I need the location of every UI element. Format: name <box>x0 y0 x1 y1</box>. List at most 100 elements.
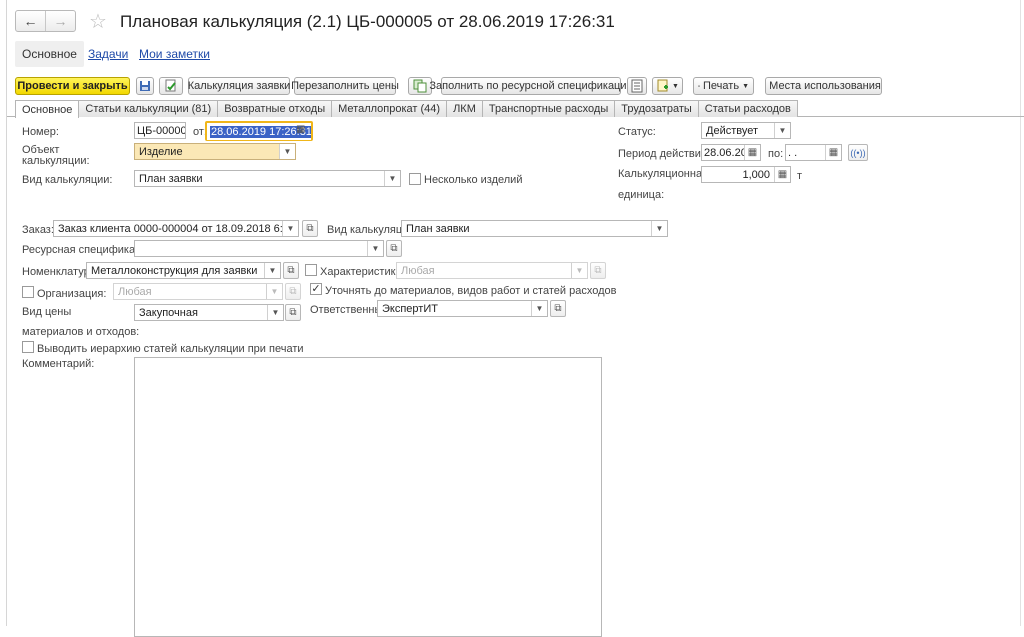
refine-checkbox[interactable]: ✓ <box>310 283 322 295</box>
dropdown-arrow-icon[interactable]: ▼ <box>571 263 587 278</box>
tab-return-waste[interactable]: Возвратные отходы <box>217 100 332 117</box>
materials-label: материалов и отходов: <box>22 326 139 338</box>
price-type-select[interactable]: Закупочная ▼ <box>134 304 284 321</box>
open-nomenclature-button[interactable]: ⧉ <box>283 262 299 279</box>
print-label: Печать <box>703 80 739 92</box>
resource-spec-select[interactable]: ▼ <box>134 240 384 257</box>
tab-bar: Основное Статьи калькуляции (81) Возврат… <box>15 100 797 117</box>
dropdown-arrow-icon[interactable]: ▼ <box>264 263 280 278</box>
calc-type-label: Вид калькуляции: <box>22 174 113 186</box>
checkmark-icon: ✓ <box>311 283 320 295</box>
dropdown-arrow-icon[interactable]: ▼ <box>384 171 400 186</box>
open-resource-spec-button[interactable]: ⧉ <box>386 240 402 257</box>
tab-transport-costs[interactable]: Транспортные расходы <box>482 100 615 117</box>
unit-label-line2: единица: <box>618 189 664 201</box>
back-arrow-icon[interactable]: ← <box>16 11 45 31</box>
open-responsible-button[interactable]: ⧉ <box>550 300 566 317</box>
object-label-line2: калькуляции: <box>22 155 90 167</box>
calc-type2-select[interactable]: План заявки ▼ <box>401 220 668 237</box>
section-tasks-link[interactable]: Задачи <box>81 41 135 67</box>
usage-places-button[interactable]: Места использования <box>765 77 882 95</box>
open-organization-button[interactable]: ⧉ <box>285 283 301 300</box>
price-type-label: Вид цены <box>22 306 71 318</box>
page-title: Плановая калькуляция (2.1) ЦБ-000005 от … <box>120 12 615 32</box>
open-characteristic-button[interactable]: ⧉ <box>590 262 606 279</box>
order-select[interactable]: Заказ клиента 0000-000004 от 18.09.2018 … <box>53 220 299 237</box>
open-order-button[interactable]: ⧉ <box>302 220 318 237</box>
status-select[interactable]: Действует ▼ <box>701 122 791 139</box>
period-select-button[interactable]: ((•)) <box>848 144 868 161</box>
usage-places-label: Места использования <box>769 80 881 92</box>
tab-expense-items[interactable]: Статьи расходов <box>698 100 798 117</box>
nomenclature-value: Металлоконструкция для заявки <box>91 265 257 277</box>
list-report-icon <box>631 79 643 93</box>
fill-by-spec-button[interactable]: Заполнить по ресурсной спецификации <box>441 77 621 95</box>
save-icon <box>139 80 151 92</box>
create-based-on-button[interactable]: ▼ <box>652 77 683 95</box>
dropdown-arrow-icon[interactable]: ▼ <box>266 284 282 299</box>
comment-textarea[interactable] <box>134 357 602 637</box>
organization-checkbox[interactable] <box>22 286 34 298</box>
dropdown-arrow-icon[interactable]: ▼ <box>367 241 383 256</box>
save-button[interactable] <box>136 77 154 95</box>
unit-field[interactable]: 1,000 ▦ <box>701 166 791 183</box>
calculator-icon[interactable]: ▦ <box>774 167 790 182</box>
window-right-edge <box>1020 0 1024 626</box>
object-select[interactable]: Изделие ▼ <box>134 143 296 160</box>
period-to-value: . . <box>788 147 797 159</box>
post-document-icon <box>164 79 178 93</box>
number-field[interactable]: ЦБ-000005 <box>134 122 186 139</box>
hierarchy-checkbox[interactable] <box>22 341 34 353</box>
favorite-star-icon[interactable]: ☆ <box>89 9 107 34</box>
print-button[interactable]: Печать ▼ <box>693 77 754 95</box>
create-document-icon <box>656 79 670 93</box>
hierarchy-label: Выводить иерархию статей калькуляции при… <box>37 343 304 355</box>
order-value: Заказ клиента 0000-000004 от 18.09.2018 … <box>58 223 299 235</box>
refill-prices-button[interactable]: Перезаполнить цены <box>294 77 396 95</box>
chevron-down-icon: ▼ <box>672 83 679 90</box>
report-button[interactable] <box>627 77 647 95</box>
post-button[interactable] <box>159 77 183 95</box>
period-to-label: по: <box>768 148 783 160</box>
tab-labor-costs[interactable]: Трудозатраты <box>614 100 699 117</box>
comment-label: Комментарий: <box>22 358 94 370</box>
open-icon: ⧉ <box>289 286 296 297</box>
calendar-icon[interactable]: ▦ <box>825 145 841 160</box>
section-notes-link[interactable]: Мои заметки <box>132 41 217 67</box>
dropdown-arrow-icon[interactable]: ▼ <box>279 144 295 159</box>
calendar-icon[interactable]: ▦ <box>296 124 305 135</box>
object-value: Изделие <box>139 146 183 158</box>
period-to-field[interactable]: . . ▦ <box>785 144 842 161</box>
dropdown-arrow-icon[interactable]: ▼ <box>774 123 790 138</box>
characteristic-checkbox[interactable] <box>305 264 317 276</box>
open-icon: ⧉ <box>554 303 561 314</box>
organization-value: Любая <box>118 286 152 298</box>
dropdown-arrow-icon[interactable]: ▼ <box>282 221 298 236</box>
open-icon: ⧉ <box>289 307 296 318</box>
post-and-close-button[interactable]: Провести и закрыть <box>15 77 130 95</box>
tab-paint[interactable]: ЛКМ <box>446 100 483 117</box>
tab-main[interactable]: Основное <box>15 100 79 118</box>
several-items-checkbox[interactable] <box>409 173 421 185</box>
characteristic-select[interactable]: Любая ▼ <box>396 262 588 279</box>
tab-calc-items[interactable]: Статьи калькуляции (81) <box>78 100 218 117</box>
dropdown-arrow-icon[interactable]: ▼ <box>651 221 667 236</box>
forward-arrow-icon[interactable]: → <box>45 11 75 31</box>
responsible-select[interactable]: ЭкспертИТ ▼ <box>377 300 548 317</box>
window-left-edge <box>0 0 7 626</box>
open-icon: ⧉ <box>306 223 313 234</box>
calc-request-button[interactable]: Калькуляция заявки <box>188 77 290 95</box>
calc-type2-value: План заявки <box>406 223 470 235</box>
period-from-field[interactable]: 28.06.201 ▦ <box>701 144 761 161</box>
dropdown-arrow-icon[interactable]: ▼ <box>531 301 547 316</box>
period-wave-icon: ((•)) <box>850 148 865 158</box>
nomenclature-select[interactable]: Металлоконструкция для заявки ▼ <box>86 262 281 279</box>
open-price-type-button[interactable]: ⧉ <box>285 304 301 321</box>
tab-rolled-metal[interactable]: Металлопрокат (44) <box>331 100 447 117</box>
price-type-value: Закупочная <box>139 307 198 319</box>
organization-select[interactable]: Любая ▼ <box>113 283 283 300</box>
calc-type-select[interactable]: План заявки ▼ <box>134 170 401 187</box>
dropdown-arrow-icon[interactable]: ▼ <box>267 305 283 320</box>
calendar-icon[interactable]: ▦ <box>744 145 760 160</box>
section-main[interactable]: Основное <box>15 41 84 67</box>
